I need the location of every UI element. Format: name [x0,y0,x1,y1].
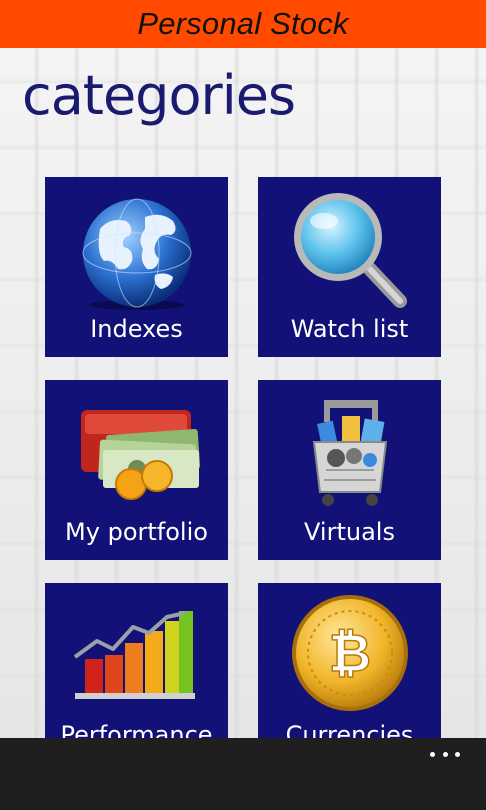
tile-my-portfolio[interactable]: My portfolio [45,380,228,560]
tile-performance[interactable]: Performance [45,583,228,763]
tile-label: Indexes [90,315,183,343]
magnifier-icon [294,193,407,308]
dot-icon [442,751,448,757]
page-title: categories [22,64,296,127]
app-bar [0,738,486,810]
tile-label: My portfolio [65,518,208,546]
svg-text:₿: ₿ [329,624,371,684]
app-title: Personal Stock [137,6,349,41]
tile-label: Watch list [290,315,409,343]
globe-icon [82,198,192,310]
tile-indexes[interactable]: Indexes [45,177,228,357]
more-options-button[interactable] [430,744,460,764]
bitcoin-icon: ₿ [292,595,408,711]
dot-icon [430,751,435,757]
app-header: Personal Stock [0,0,486,48]
tile-label: Virtuals [304,518,395,546]
shopping-cart-icon [312,400,388,506]
tile-watch-list[interactable]: Watch list [258,177,441,357]
wallet-money-icon [81,410,201,500]
tile-virtuals[interactable]: Virtuals [258,380,441,560]
tile-currencies[interactable]: ₿ Currencies [258,583,441,763]
dot-icon [455,751,460,757]
bar-chart-icon [73,611,195,699]
